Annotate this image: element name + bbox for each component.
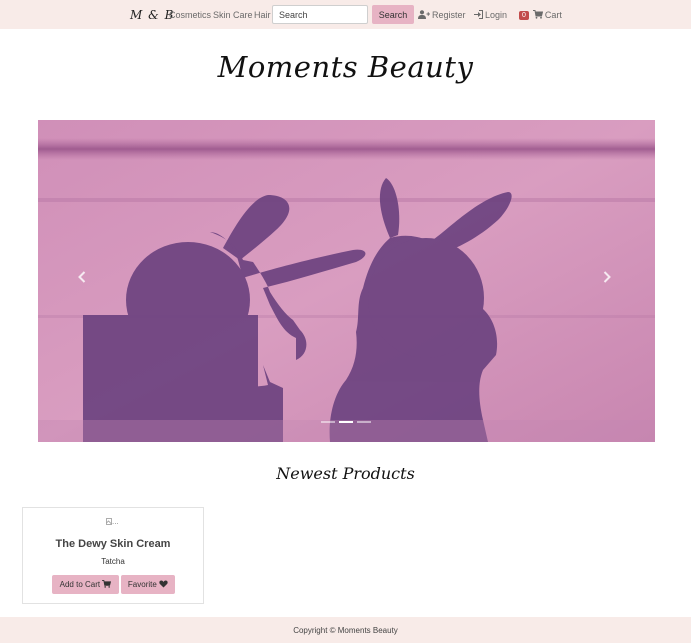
- footer: Copyright © Moments Beauty: [0, 617, 691, 643]
- cart-count-badge: 0: [519, 11, 529, 20]
- carousel-indicator-1[interactable]: [321, 421, 335, 423]
- add-to-cart-button[interactable]: Add to Cart: [52, 575, 119, 594]
- favorite-label: Favorite: [127, 580, 157, 589]
- product-card: ... The Dewy Skin Cream Tatcha Add to Ca…: [22, 507, 204, 604]
- register-link[interactable]: Register: [418, 10, 466, 21]
- carousel-next-button[interactable]: [603, 271, 611, 285]
- login-label: Login: [485, 10, 508, 20]
- chevron-right-icon: [603, 271, 611, 283]
- newest-products-heading: Newest Products: [276, 464, 415, 483]
- product-name: The Dewy Skin Cream: [55, 538, 171, 550]
- shopping-cart-icon: [102, 580, 112, 588]
- login-link[interactable]: Login: [474, 10, 507, 21]
- nav-link-cosmetics[interactable]: Cosmetics: [169, 10, 211, 20]
- carousel-indicator-2[interactable]: [339, 421, 353, 423]
- carousel-slide-image: [38, 120, 655, 442]
- search-input[interactable]: [272, 5, 368, 24]
- cart-label: Cart: [544, 10, 562, 20]
- page-title: Moments Beauty: [217, 50, 474, 84]
- cart-link[interactable]: 0 Cart: [519, 10, 562, 21]
- image-carousel: [38, 120, 655, 442]
- register-label: Register: [432, 10, 466, 20]
- product-image-broken: ...: [106, 517, 119, 526]
- heart-icon: [159, 580, 168, 588]
- product-brand: Tatcha: [101, 557, 125, 566]
- user-plus-icon: [418, 10, 430, 21]
- add-to-cart-label: Add to Cart: [59, 580, 101, 589]
- search-button[interactable]: Search: [372, 5, 414, 24]
- nav-link-hair[interactable]: Hair: [254, 10, 271, 20]
- brand-logo[interactable]: M & B: [130, 8, 174, 22]
- favorite-button[interactable]: Favorite: [121, 575, 175, 594]
- nav-link-skin-care[interactable]: Skin Care: [213, 10, 253, 20]
- carousel-prev-button[interactable]: [78, 271, 86, 285]
- navbar: M & B Cosmetics Skin Care Hair Search Re…: [0, 0, 691, 29]
- sign-in-icon: [474, 10, 483, 21]
- chevron-left-icon: [78, 271, 86, 283]
- shopping-cart-icon: [532, 10, 544, 21]
- copyright-text: Copyright © Moments Beauty: [293, 626, 398, 635]
- product-image-alt: ...: [112, 517, 119, 526]
- carousel-indicator-3[interactable]: [357, 421, 371, 423]
